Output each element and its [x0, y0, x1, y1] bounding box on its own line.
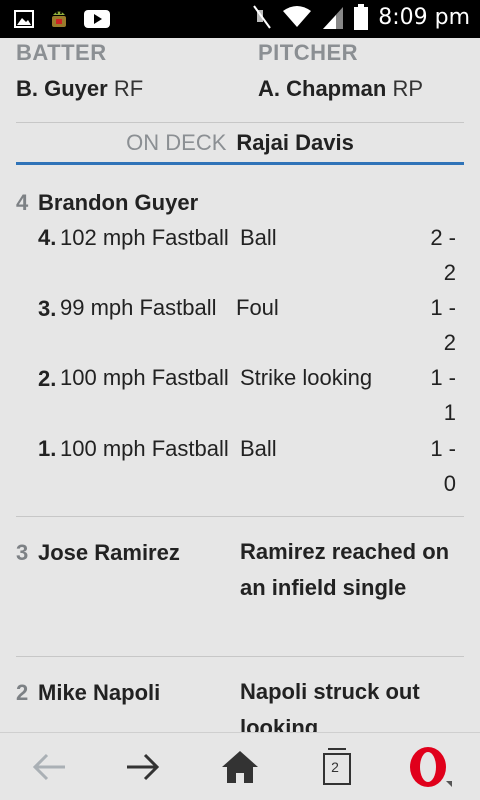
- pitch-count: 1 - 0: [430, 436, 456, 496]
- signal-icon: [323, 7, 344, 29]
- pitch-count: 1 - 1: [430, 365, 456, 425]
- back-arrow-icon: [32, 753, 65, 781]
- play-by-play-page[interactable]: BATTER B. Guyer RF PITCHER A. Chapman RP…: [0, 38, 480, 732]
- pitcher-label: PITCHER: [258, 40, 359, 65]
- pitcher-position: RP: [392, 76, 424, 101]
- pitch-description: 99 mph Fastball: [60, 295, 217, 320]
- pitch-description: 100 mph Fastball: [60, 436, 229, 461]
- pitch-result: Ball: [240, 225, 277, 250]
- at-bat-batter[interactable]: Jose Ramirez: [38, 540, 180, 566]
- forward-arrow-icon: [127, 753, 160, 781]
- at-bat-number: 2: [16, 680, 29, 705]
- pitch-result: Ball: [240, 436, 277, 461]
- divider: [16, 122, 464, 123]
- home-button[interactable]: [215, 745, 265, 789]
- status-bar: 8:09 pm: [0, 0, 480, 38]
- pitch-description: 100 mph Fastball: [60, 365, 229, 390]
- on-deck-name[interactable]: Rajai Davis: [236, 130, 353, 155]
- batter-position: RF: [113, 76, 144, 101]
- pitch-number: 4.: [38, 225, 57, 250]
- at-bat-batter[interactable]: Mike Napoli: [38, 680, 160, 706]
- opera-menu-button[interactable]: [405, 745, 455, 789]
- batter-name[interactable]: B. Guyer: [16, 76, 108, 101]
- pitcher-name-row: A. Chapman RP: [258, 76, 423, 102]
- at-bat-result: Napoli struck out looking: [240, 679, 420, 732]
- pitcher-name[interactable]: A. Chapman: [258, 76, 386, 101]
- on-deck-label: ON DECK: [126, 130, 227, 155]
- pitch-number: 3.: [38, 296, 57, 321]
- batter-name-row: B. Guyer RF: [16, 76, 143, 102]
- clock: 8:09 pm: [378, 4, 470, 30]
- forward-button[interactable]: [118, 745, 168, 789]
- pitch-number: 2.: [38, 366, 57, 391]
- home-icon: [222, 751, 258, 783]
- on-deck: ON DECK Rajai Davis: [0, 130, 480, 156]
- at-bat-number: 4: [16, 190, 29, 215]
- pitch-count: 2 - 2: [430, 225, 456, 285]
- pitch-count: 1 - 2: [430, 295, 456, 355]
- wifi-icon: [283, 6, 312, 27]
- pitch-result: Foul: [236, 295, 279, 320]
- tab-count: 2: [331, 759, 339, 775]
- image-icon: [14, 10, 34, 28]
- opera-menu-icon: [410, 747, 452, 787]
- mute-icon: [253, 5, 272, 29]
- back-button[interactable]: [24, 745, 74, 789]
- at-bat-number: 3: [16, 540, 29, 565]
- pitch-description: 102 mph Fastball: [60, 225, 229, 250]
- android-icon: [52, 11, 66, 27]
- tabs-button[interactable]: 2: [312, 745, 362, 789]
- batter-label: BATTER: [16, 40, 107, 65]
- youtube-icon: [84, 10, 110, 28]
- divider: [16, 516, 464, 517]
- divider: [16, 656, 464, 657]
- pitch-number: 1.: [38, 436, 57, 461]
- pitch-result: Strike looking: [240, 365, 373, 390]
- battery-icon: [354, 4, 369, 30]
- at-bat-result: Ramirez reached on an infield single: [240, 539, 450, 600]
- at-bat-batter[interactable]: Brandon Guyer: [38, 190, 198, 216]
- bottom-nav-bar: 2: [0, 732, 480, 800]
- accent-divider: [16, 162, 464, 165]
